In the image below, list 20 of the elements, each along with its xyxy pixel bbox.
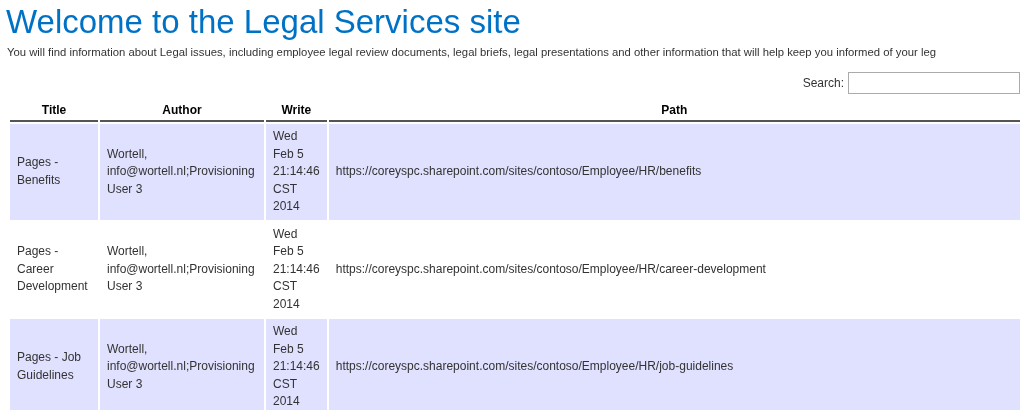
table-cell: Wortell, info@wortell.nl;Provisioning User 3 [100,319,264,410]
column-header[interactable]: Author [100,100,264,122]
table-cell: Wed Feb 5 21:14:46 CST 2014 [266,319,327,410]
table-cell-text: Pages - Career Development [16,243,89,295]
search-field[interactable] [848,72,1020,94]
table-cell: https://coreyspc.sharepoint.com/sites/contoso/Employee/HR/job-guidelines [328,319,1020,410]
column-header[interactable]: Write [266,100,327,122]
table-cell: Wortell, info@wortell.nl;Provisioning User 3 [100,124,264,220]
page-title: Welcome to the Legal Services site [6,2,521,42]
table-cell: Wed Feb 5 21:14:46 CST 2014 [266,124,327,220]
table-cell-text: Wed Feb 5 21:14:46 CST 2014 [272,225,321,313]
column-header[interactable]: Path [328,100,1020,122]
table-cell: Pages - Benefits [10,124,98,220]
table-cell-text: Wortell, info@wortell.nl;Provisioning User 3 [106,243,256,295]
table-cell: Pages - Job Guidelines [10,319,98,410]
intro-text: You will find information about Legal issues, including employee legal review documents, legal briefs, legal presentations and other information that will help keep you informed of your leg [7,46,936,58]
column-header[interactable]: Title [10,100,98,122]
table-cell: https://coreyspc.sharepoint.com/sites/contoso/Employee/HR/benefits [328,124,1020,220]
search-label: Search: [802,76,844,90]
table-cell-text: https://coreyspc.sharepoint.com/sites/contoso/Employee/HR/career-development [334,260,767,278]
